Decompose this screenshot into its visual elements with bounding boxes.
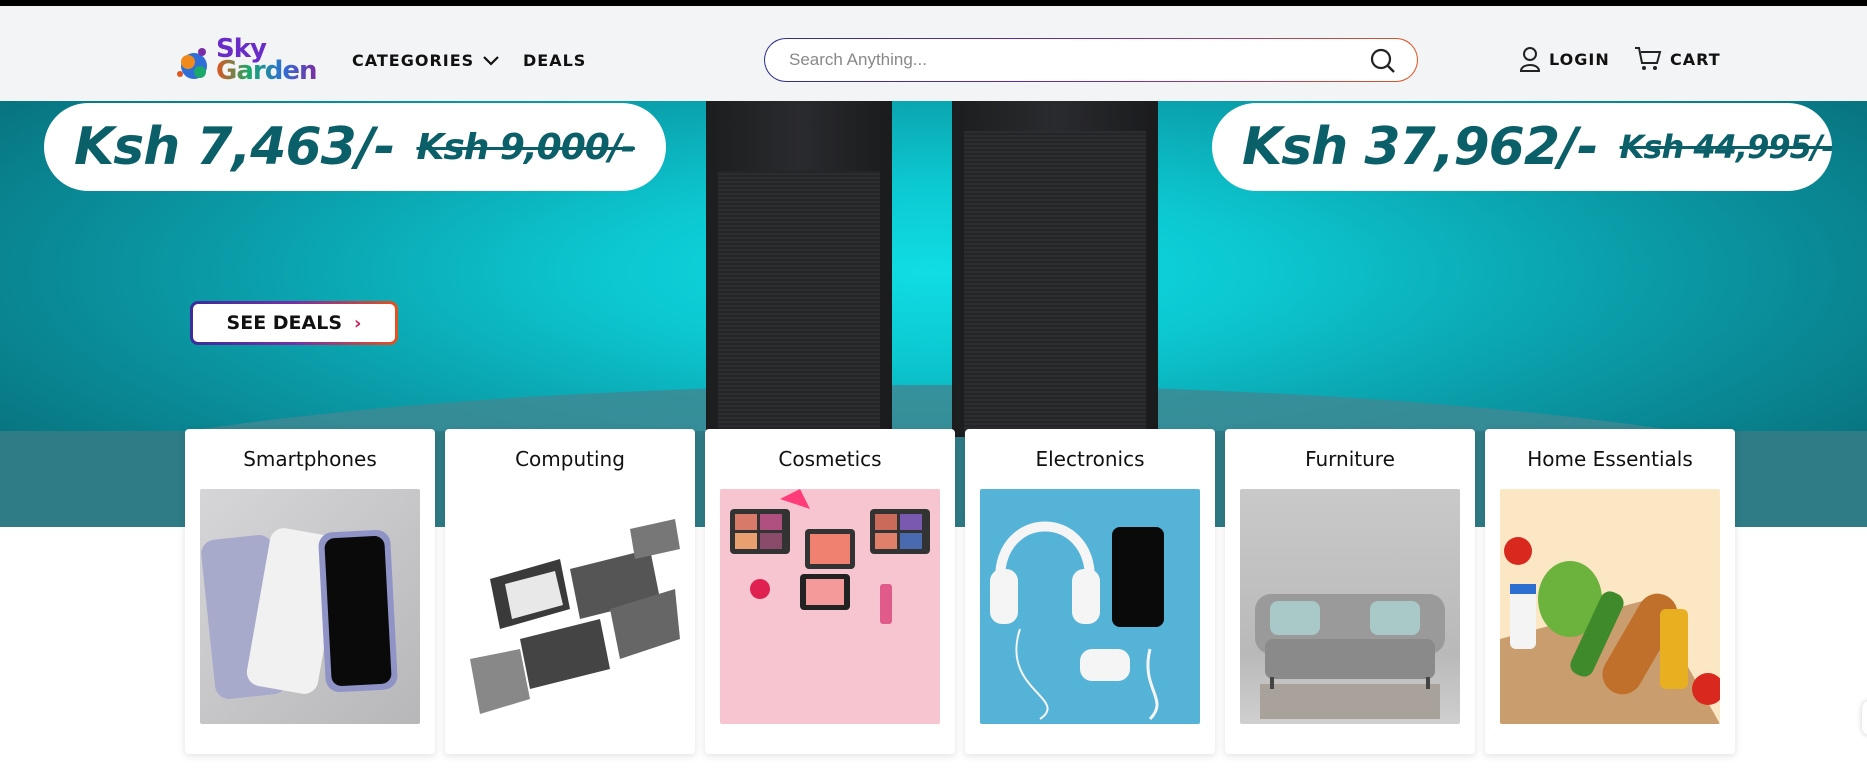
header: Sky Garden CATEGORIES DEALS LOGIN CART: [0, 6, 1867, 101]
product-image-left: [706, 101, 892, 431]
price-pill-left: Ksh 7,463/- Ksh 9,000/-: [44, 103, 666, 191]
search-bar: [764, 38, 1418, 82]
logo[interactable]: Sky Garden: [174, 34, 317, 86]
nav-categories[interactable]: CATEGORIES: [352, 51, 500, 70]
nav-deals[interactable]: DEALS: [523, 51, 586, 70]
category-card-furniture[interactable]: Furniture: [1225, 429, 1475, 754]
chevron-down-icon: [483, 55, 499, 66]
category-title: Computing: [515, 447, 625, 471]
see-deals-label: SEE DEALS: [226, 312, 343, 334]
electronics-image: [980, 489, 1200, 724]
cart-label: CART: [1670, 49, 1721, 69]
product-image-right: [952, 101, 1158, 437]
scroll-handle[interactable]: [1862, 700, 1867, 736]
see-deals-button[interactable]: SEE DEALS ›: [190, 301, 398, 345]
nav-deals-label: DEALS: [523, 51, 587, 70]
category-card-computing[interactable]: Computing: [445, 429, 695, 754]
search-input[interactable]: [789, 48, 1329, 72]
category-title: Furniture: [1305, 447, 1395, 471]
home-essentials-image: [1500, 489, 1720, 724]
category-title: Home Essentials: [1527, 447, 1693, 471]
chevron-right-icon: ›: [354, 312, 362, 334]
computing-image: [460, 489, 680, 724]
sale-price: Ksh 37,962/-: [1242, 117, 1599, 177]
logo-mark-icon: [177, 48, 207, 79]
login-label: LOGIN: [1549, 49, 1610, 69]
cart-link[interactable]: CART: [1634, 46, 1721, 72]
sale-price: Ksh 7,463/-: [74, 117, 395, 177]
category-card-home-essentials[interactable]: Home Essentials: [1485, 429, 1735, 754]
category-title: Smartphones: [243, 447, 377, 471]
category-card-cosmetics[interactable]: Cosmetics: [705, 429, 955, 754]
nav-categories-label: CATEGORIES: [352, 51, 475, 70]
logo-text-garden: Garden: [216, 56, 317, 86]
category-title: Electronics: [1035, 447, 1145, 471]
cosmetics-image: [720, 489, 940, 724]
category-card-smartphones[interactable]: Smartphones: [185, 429, 435, 754]
price-pill-right: Ksh 37,962/- Ksh 44,995/-: [1212, 103, 1832, 191]
category-title: Cosmetics: [778, 447, 882, 471]
user-icon: [1519, 47, 1541, 72]
original-price: Ksh 44,995/-: [1619, 128, 1832, 166]
category-card-electronics[interactable]: Electronics: [965, 429, 1215, 754]
original-price: Ksh 9,000/-: [416, 126, 635, 168]
category-cards: Smartphones Computing Cosmetics Electron…: [185, 429, 1735, 754]
search-icon[interactable]: [1369, 47, 1397, 75]
smartphones-image: [200, 489, 420, 724]
furniture-image: [1240, 489, 1460, 724]
cart-icon: [1635, 47, 1662, 70]
login-link[interactable]: LOGIN: [1519, 46, 1610, 72]
